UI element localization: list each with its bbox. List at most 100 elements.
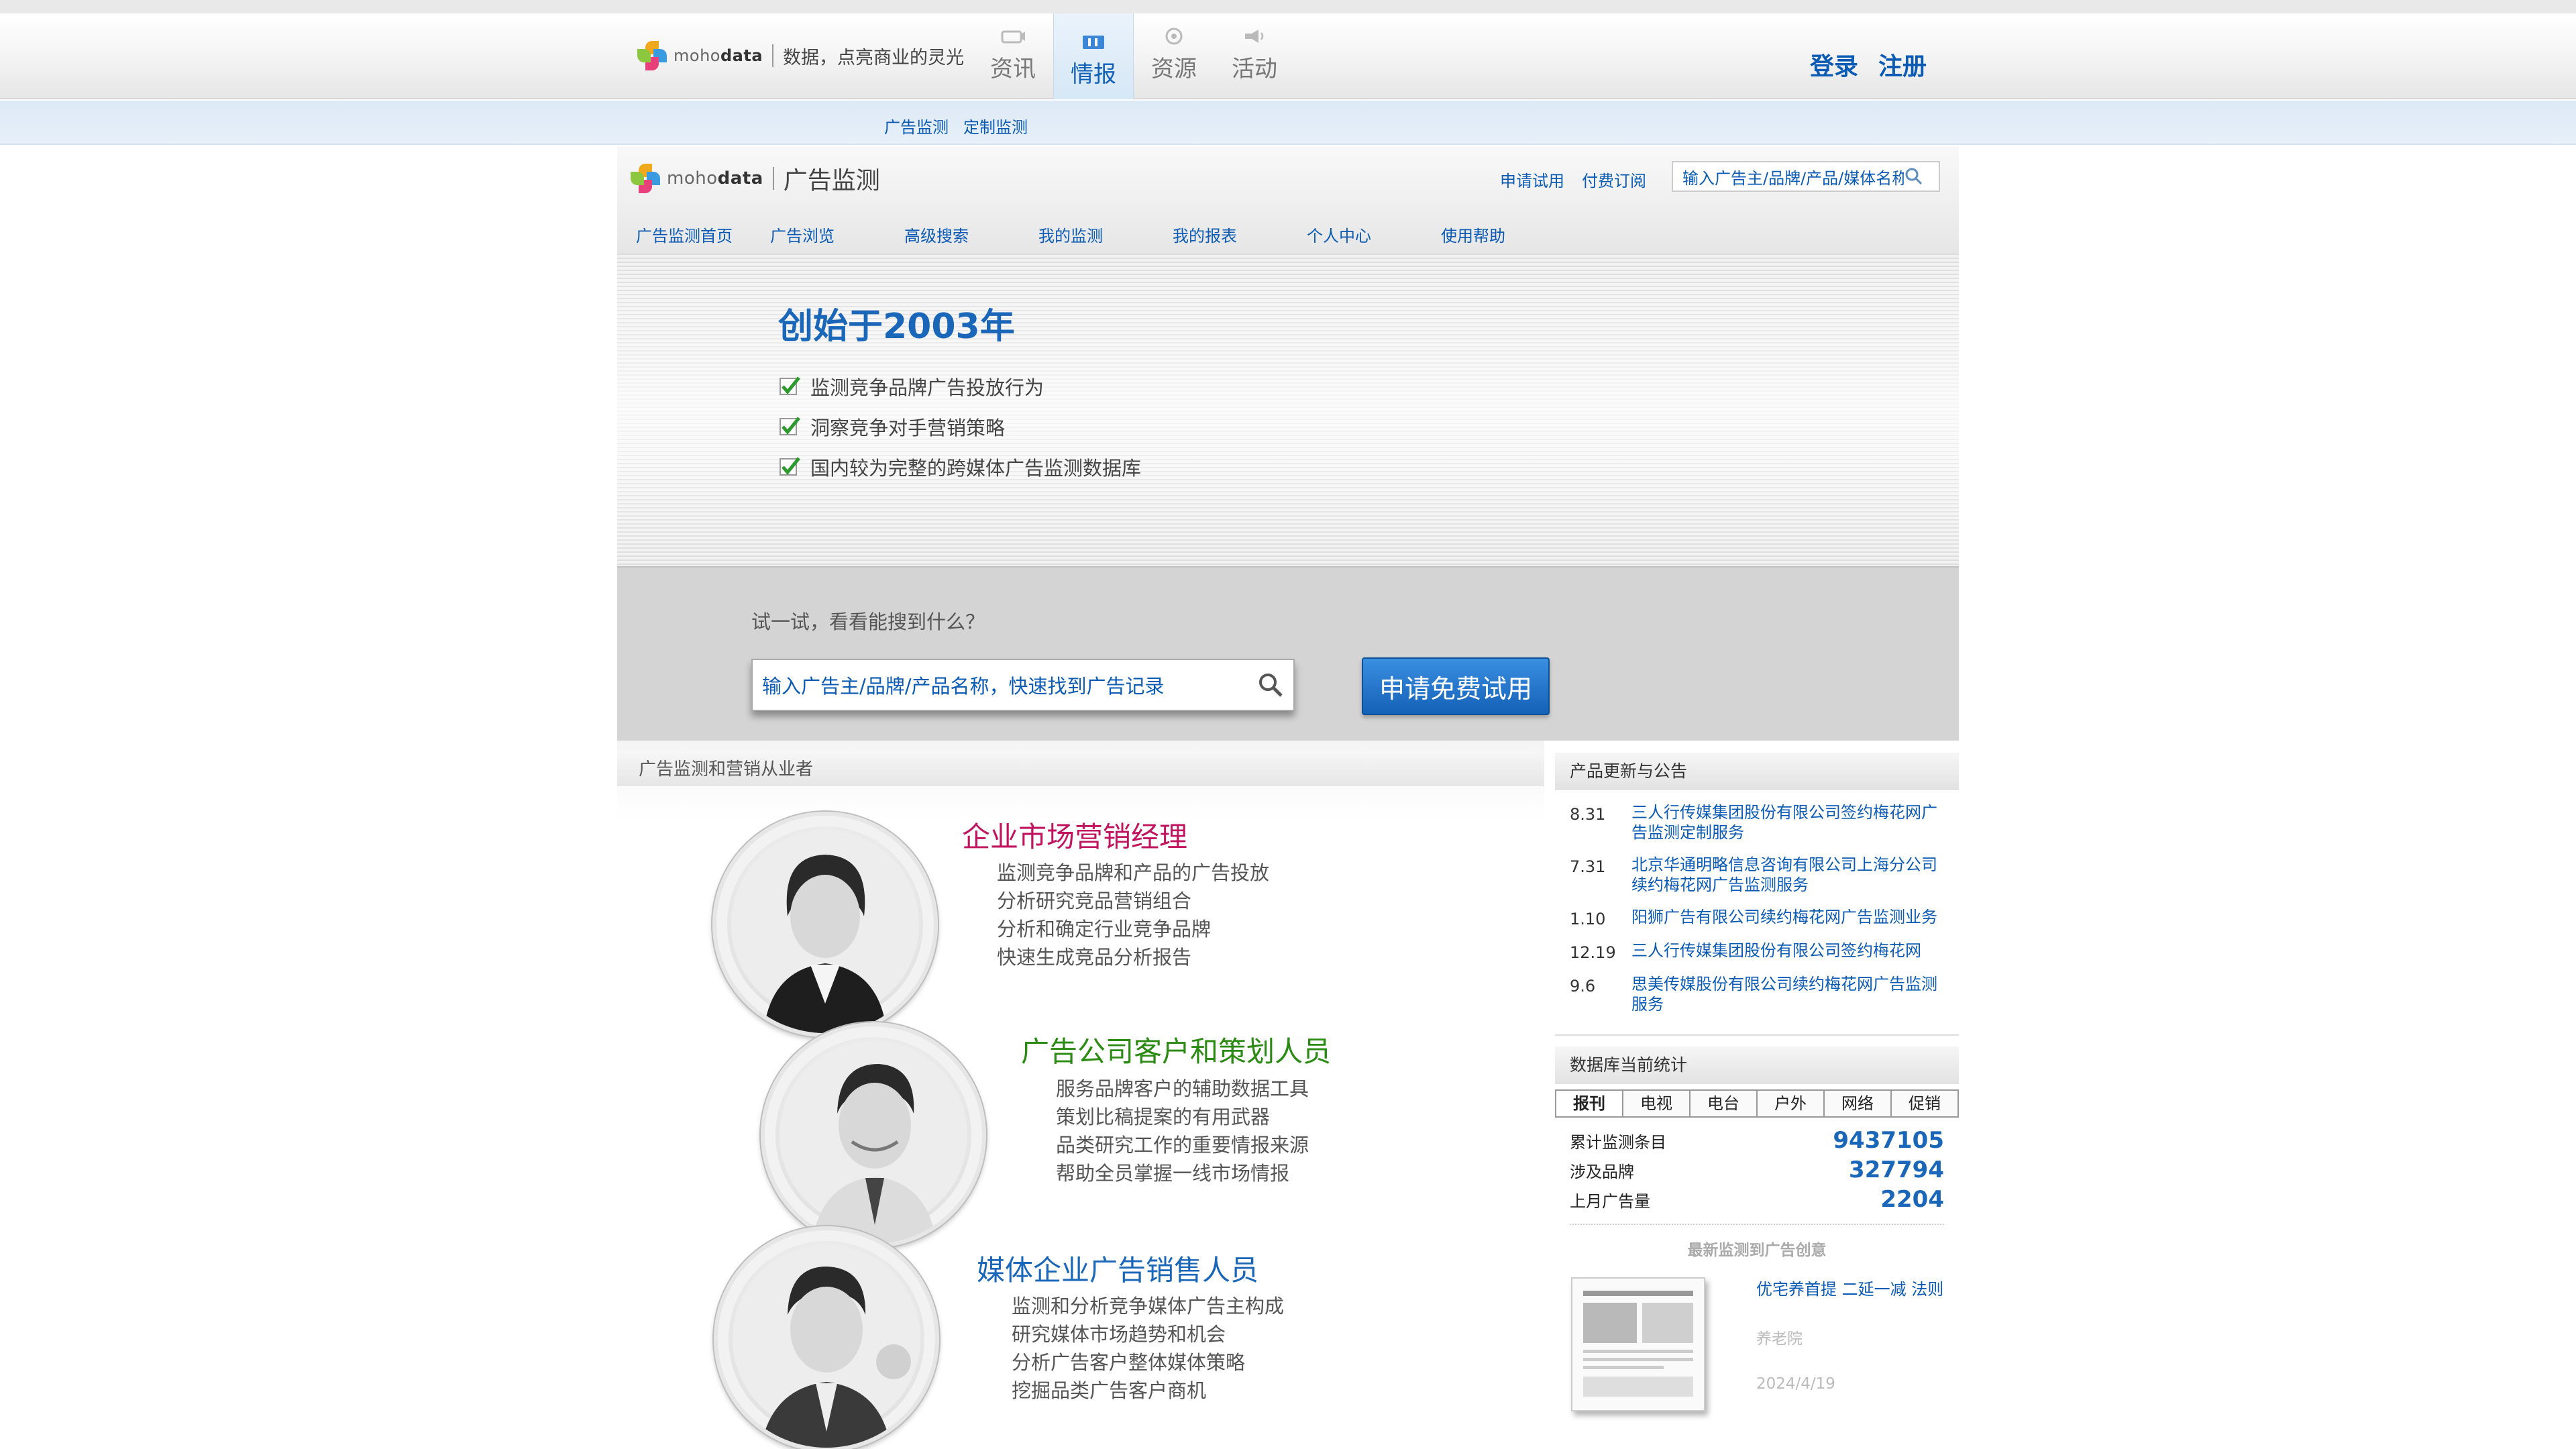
news-title[interactable]: 三人行传媒集团股份有限公司签约梅花网 xyxy=(1631,941,1940,962)
news-title[interactable]: 三人行传媒集团股份有限公司签约梅花网广告监测定制服务 xyxy=(1631,802,1940,843)
resource-icon xyxy=(1165,28,1183,45)
hero-bullets: 监测竞争品牌广告投放行为 洞察竞争对手营销策略 国内较为完整的跨媒体广告监测数据… xyxy=(778,366,1141,487)
product-title: 广告监测 xyxy=(783,167,880,195)
news-title[interactable]: 北京华通明略信息咨询有限公司上海分公司续约梅花网广告监测服务 xyxy=(1631,855,1940,895)
news-heading: 产品更新与公告 xyxy=(1555,753,1959,790)
tab-internet[interactable]: 网络 xyxy=(1825,1091,1892,1116)
news-item[interactable]: 9.6 思美传媒股份有限公司续约梅花网广告监测服务 xyxy=(1555,969,1959,1021)
menu-advanced-search[interactable]: 高级搜索 xyxy=(885,219,1020,254)
nav-item-intel[interactable]: 情报 xyxy=(1053,13,1134,99)
search-icon[interactable] xyxy=(1904,166,1924,186)
menu-user-center[interactable]: 个人中心 xyxy=(1288,219,1422,254)
news-date: 12.19 xyxy=(1570,943,1616,962)
nav-item-resource[interactable]: 资源 xyxy=(1134,13,1214,94)
role-line: 服务品牌客户的辅助数据工具 xyxy=(1056,1077,1309,1100)
sidebar: 产品更新与公告 8.31 三人行传媒集团股份有限公司签约梅花网广告监测定制服务 … xyxy=(1555,753,1959,1424)
search-icon[interactable] xyxy=(1257,672,1284,698)
register-link[interactable]: 注册 xyxy=(1878,47,1927,82)
top-bar-inner: mohodata 数据，点亮商业的灵光 资讯 情报 资源 活动 登录 注册 xyxy=(617,13,1959,99)
hero-bullet-text: 国内较为完整的跨媒体广告监测数据库 xyxy=(810,457,1142,480)
news-item[interactable]: 1.10 阳狮广告有限公司续约梅花网广告监测业务 xyxy=(1555,902,1959,935)
latest-creative-category: 养老院 xyxy=(1756,1330,1803,1348)
ad-thumbnail[interactable] xyxy=(1571,1277,1705,1411)
role-title: 媒体企业广告销售人员 xyxy=(977,1254,1259,1287)
stats-heading: 数据库当前统计 xyxy=(1555,1046,1959,1084)
tab-radio[interactable]: 电台 xyxy=(1690,1091,1758,1116)
media-tabs: 报刊 电视 电台 户外 网络 促销 xyxy=(1555,1089,1959,1118)
latest-creative: 优宅养首提 二延一减 法则 养老院 2024/4/19 xyxy=(1555,1269,1959,1424)
news-item[interactable]: 8.31 三人行传媒集团股份有限公司签约梅花网广告监测定制服务 xyxy=(1555,797,1959,849)
hero-bullet: 国内较为完整的跨媒体广告监测数据库 xyxy=(778,447,1141,487)
logo-wordmark: mohodata xyxy=(674,46,763,65)
flower-logo-icon xyxy=(637,41,667,70)
role-line: 品类研究工作的重要情报来源 xyxy=(1056,1134,1309,1157)
nav-label-news: 资讯 xyxy=(990,56,1036,83)
hero-title: 创始于2003年 xyxy=(778,307,1015,347)
hero-bullet: 监测竞争品牌广告投放行为 xyxy=(778,366,1141,407)
roles-section: 广告监测和营销从业者 企业市场营销经理 监测竞争品牌和产品的广告投放 分析研究竞… xyxy=(617,741,1544,1449)
news-item[interactable]: 12.19 三人行传媒集团股份有限公司签约梅花网 xyxy=(1555,935,1959,969)
product-menu: 广告监测首页 广告浏览 高级搜索 我的监测 我的报表 个人中心 使用帮助 xyxy=(617,219,1959,254)
tab-tv[interactable]: 电视 xyxy=(1623,1091,1690,1116)
nav-item-event[interactable]: 活动 xyxy=(1214,13,1295,94)
news-date: 8.31 xyxy=(1570,805,1606,824)
site-logo[interactable]: mohodata 数据，点亮商业的灵光 xyxy=(637,39,964,72)
tab-promotion[interactable]: 促销 xyxy=(1892,1091,1957,1116)
flower-logo-icon xyxy=(631,164,660,193)
hero-bullet: 洞察竞争对手营销策略 xyxy=(778,407,1141,447)
portrait-marketing-manager xyxy=(712,812,938,1037)
hero-banner: 创始于2003年 监测竞争品牌广告投放行为 洞察竞争对手营销策略 国内较为完整的… xyxy=(617,254,1959,566)
auth-links: 登录 注册 xyxy=(1810,47,1927,82)
try-search-label: 试一试，看看能搜到什么？ xyxy=(751,610,985,633)
role-line: 分析和确定行业竞争品牌 xyxy=(997,918,1212,941)
stat-label: 涉及品牌 xyxy=(1570,1162,1634,1181)
top-bar: mohodata 数据，点亮商业的灵光 资讯 情报 资源 活动 登录 注册 xyxy=(0,0,2576,99)
apply-free-trial-button[interactable]: 申请免费试用 xyxy=(1362,657,1550,715)
news-date: 1.10 xyxy=(1570,910,1606,928)
menu-ad-browse[interactable]: 广告浏览 xyxy=(751,219,885,254)
role-line: 帮助全员掌握一线市场情报 xyxy=(1056,1162,1290,1185)
news-title[interactable]: 思美传媒股份有限公司续约梅花网广告监测服务 xyxy=(1631,974,1940,1014)
product-logo-wordmark: mohodata xyxy=(667,168,763,189)
latest-creative-title[interactable]: 优宅养首提 二延一减 法则 xyxy=(1756,1276,1943,1299)
menu-my-monitor[interactable]: 我的监测 xyxy=(1020,219,1154,254)
main-nav: 资讯 情报 资源 活动 xyxy=(973,13,1295,99)
role-line: 研究媒体市场趋势和机会 xyxy=(1012,1323,1226,1346)
stat-row: 上月广告量 2204 xyxy=(1555,1185,1959,1214)
menu-my-reports[interactable]: 我的报表 xyxy=(1154,219,1288,254)
news-title[interactable]: 阳狮广告有限公司续约梅花网广告监测业务 xyxy=(1631,907,1940,928)
portrait-ad-agency-planner xyxy=(761,1022,986,1248)
product-search-input[interactable] xyxy=(1682,167,1904,186)
product-links: 申请试用 付费订阅 xyxy=(1500,168,1646,191)
login-link[interactable]: 登录 xyxy=(1810,47,1858,82)
product-search-box xyxy=(1672,161,1940,192)
try-search-input[interactable]: 输入广告主/品牌/产品名称，快速找到广告记录 xyxy=(751,659,1295,711)
apply-trial-link[interactable]: 申请试用 xyxy=(1500,168,1564,191)
news-item[interactable]: 7.31 北京华通明略信息咨询有限公司上海分公司续约梅花网广告监测服务 xyxy=(1555,849,1959,902)
roles-heading: 广告监测和营销从业者 xyxy=(617,753,1544,786)
role-line: 策划比稿提案的有用武器 xyxy=(1056,1106,1271,1128)
tab-print[interactable]: 报刊 xyxy=(1556,1091,1623,1116)
product-logo-divider xyxy=(772,167,774,190)
subnav-ad-monitor-link[interactable]: 广告监测 xyxy=(884,114,949,138)
role-lines: 监测竞争品牌和产品的广告投放 分析研究竞品营销组合 分析和确定行业竞争品牌 快速… xyxy=(997,859,1269,971)
logo-divider xyxy=(772,44,774,67)
tab-outdoor[interactable]: 户外 xyxy=(1758,1091,1825,1116)
site-slogan: 数据，点亮商业的灵光 xyxy=(783,47,965,68)
latest-creative-heading: 最新监测到广告创意 xyxy=(1687,1242,1827,1259)
menu-ad-home[interactable]: 广告监测首页 xyxy=(617,219,751,254)
nav-label-resource: 资源 xyxy=(1151,56,1197,83)
subnav-custom-monitor-link[interactable]: 定制监测 xyxy=(963,114,1028,138)
role-line: 监测和分析竞争媒体广告主构成 xyxy=(1012,1295,1285,1318)
stat-row: 累计监测条目 9437105 xyxy=(1555,1126,1959,1155)
stat-label: 累计监测条目 xyxy=(1570,1132,1666,1152)
menu-help[interactable]: 使用帮助 xyxy=(1422,219,1556,254)
role-lines: 服务品牌客户的辅助数据工具 策划比稿提案的有用武器 品类研究工作的重要情报来源 … xyxy=(1056,1075,1309,1187)
paid-subscribe-link[interactable]: 付费订阅 xyxy=(1582,168,1646,191)
role-lines: 监测和分析竞争媒体广告主构成 研究媒体市场趋势和机会 分析广告客户整体媒体策略 … xyxy=(1012,1292,1284,1405)
checkbox-check-icon xyxy=(780,417,800,435)
portrait-media-sales xyxy=(714,1226,939,1449)
product-logo[interactable]: mohodata 广告监测 xyxy=(631,161,880,196)
nav-item-news[interactable]: 资讯 xyxy=(973,13,1053,94)
hero-bullet-text: 洞察竞争对手营销策略 xyxy=(810,417,1006,439)
